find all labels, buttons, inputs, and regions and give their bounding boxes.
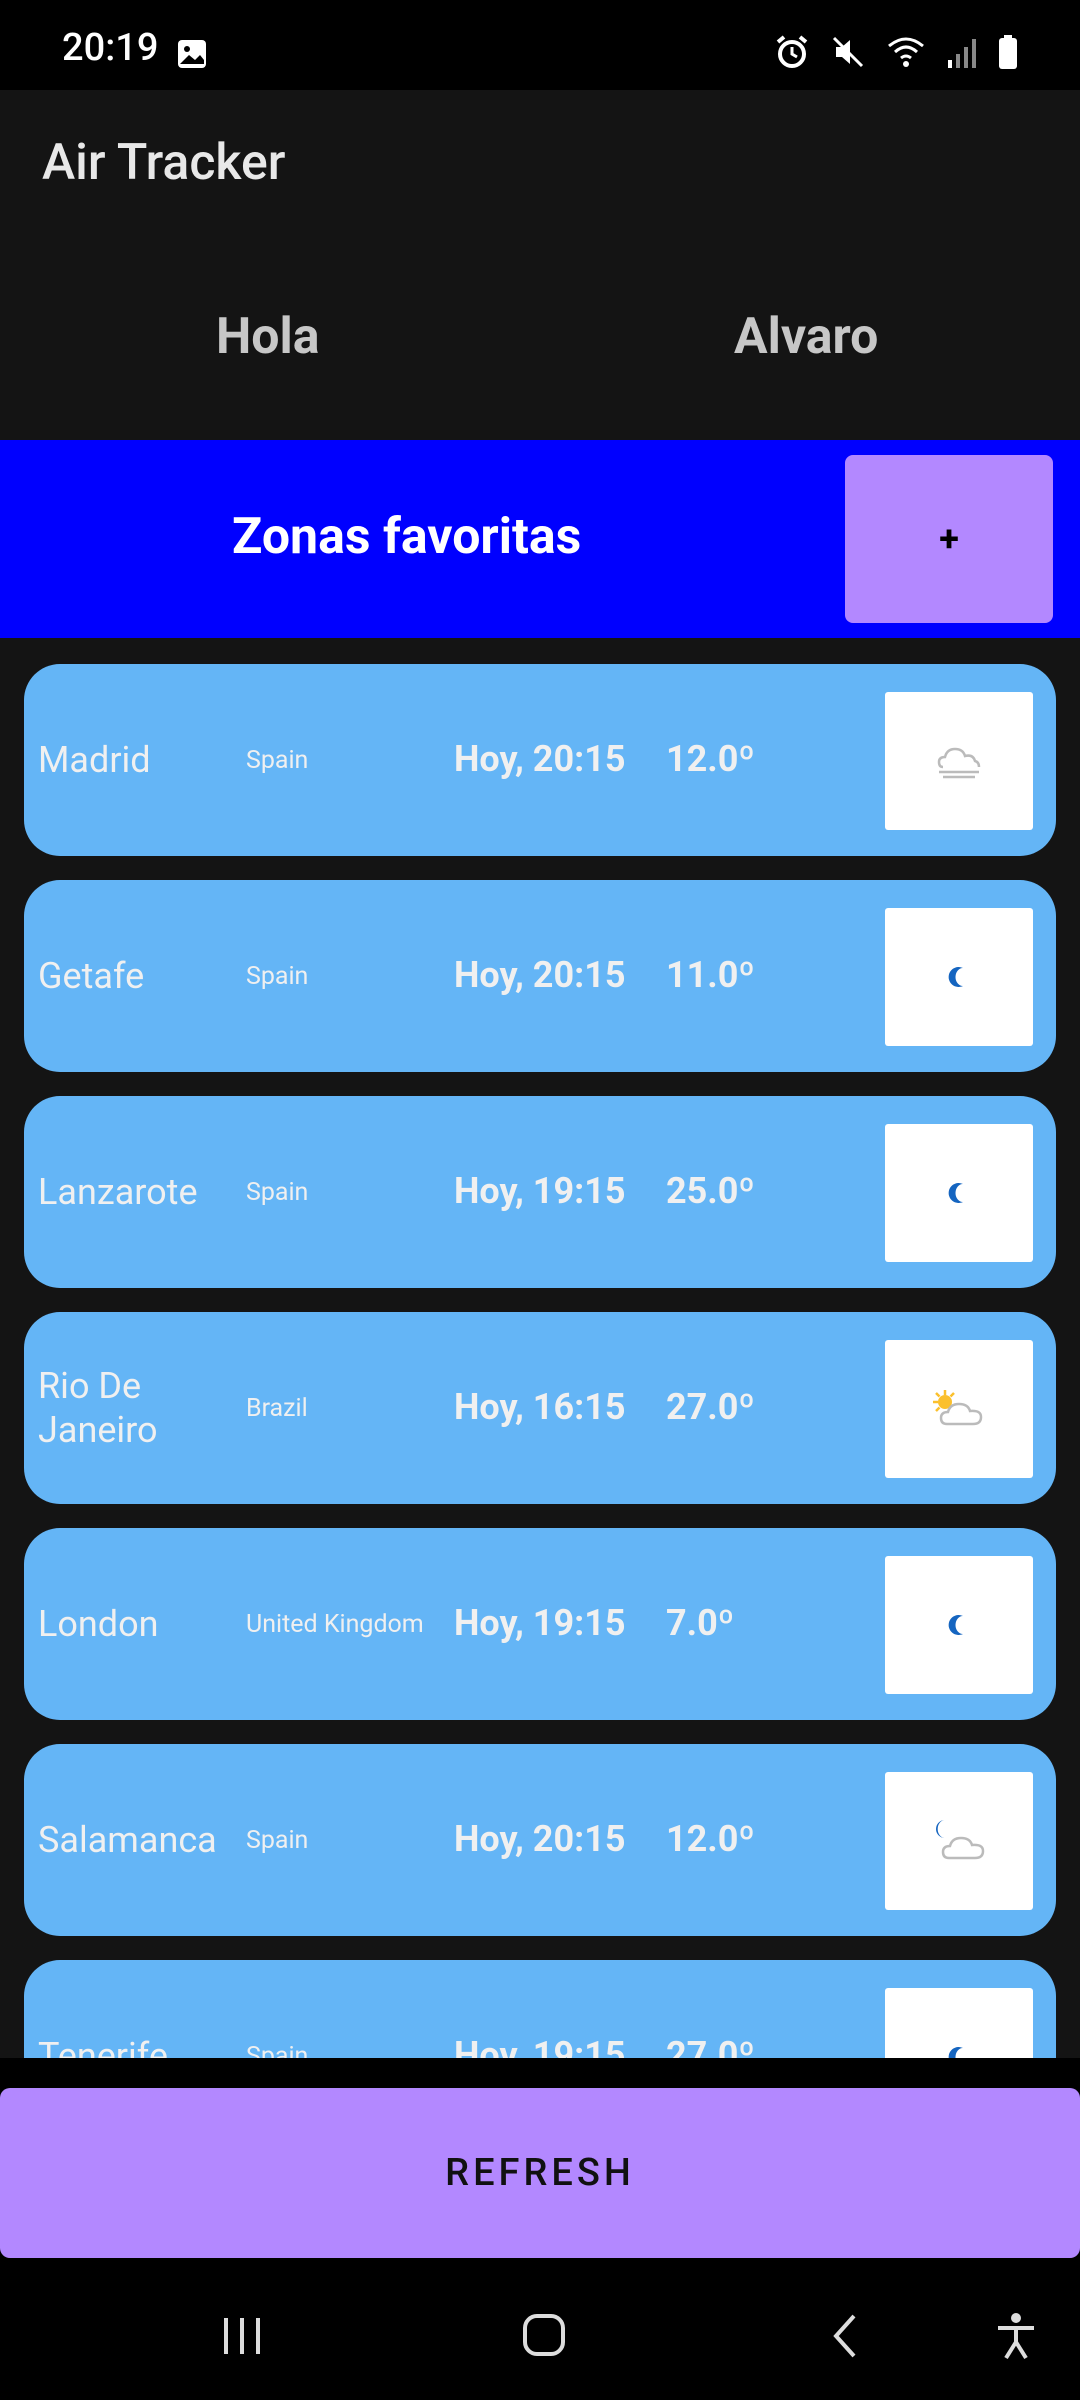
mute-icon: [832, 36, 864, 68]
user-name: Alvaro: [734, 308, 879, 366]
list-item[interactable]: Salamanca Spain Hoy, 20:15 12.0º: [24, 1744, 1056, 1936]
gallery-icon: [178, 40, 206, 68]
weather-icon-box: [885, 1772, 1033, 1910]
wifi-icon: [888, 37, 924, 67]
city-name: Rio De Janeiro: [38, 1365, 158, 1451]
update-time: Hoy, 20:15: [454, 954, 626, 996]
home-icon[interactable]: [520, 2310, 568, 2362]
favorites-list[interactable]: Madrid Spain Hoy, 20:15 12.0º Getafe Spa…: [0, 638, 1080, 2058]
moon-cloud-icon: [936, 1820, 985, 1860]
weather-icon-box: [885, 1124, 1033, 1262]
temperature: 11.0º: [666, 954, 755, 996]
weather-icon-box: [885, 1988, 1033, 2058]
signal-icon: [948, 39, 976, 68]
status-time: 20:19: [62, 26, 159, 70]
temperature: 27.0º: [666, 1386, 755, 1428]
city-name: Getafe: [38, 955, 145, 997]
app-bar: Air Tracker: [0, 90, 1080, 240]
refresh-button[interactable]: REFRESH: [0, 2088, 1080, 2258]
moon-icon: [948, 1183, 963, 1203]
city-name: Salamanca: [38, 1819, 217, 1861]
list-item[interactable]: Getafe Spain Hoy, 20:15 11.0º: [24, 880, 1056, 1072]
country-name: Spain: [246, 962, 309, 991]
greeting-row: Hola Alvaro: [0, 240, 1080, 440]
accessibility-icon[interactable]: [994, 2310, 1038, 2362]
weather-icon-box: [885, 692, 1033, 830]
system-nav-bar: [0, 2272, 1080, 2400]
update-time: Hoy, 19:15: [454, 2034, 626, 2058]
list-item[interactable]: Madrid Spain Hoy, 20:15 12.0º: [24, 664, 1056, 856]
update-time: Hoy, 20:15: [454, 1818, 626, 1860]
update-time: Hoy, 16:15: [454, 1386, 626, 1428]
favorites-title: Zonas favoritas: [232, 508, 582, 566]
temperature: 25.0º: [666, 1170, 755, 1212]
add-zone-button[interactable]: +: [845, 455, 1053, 623]
country-name: Spain: [246, 2042, 309, 2058]
app-title: Air Tracker: [42, 134, 286, 192]
update-time: Hoy, 19:15: [454, 1170, 626, 1212]
moon-icon: [948, 2047, 963, 2058]
weather-icon-box: [885, 1556, 1033, 1694]
list-item[interactable]: Lanzarote Spain Hoy, 19:15 25.0º: [24, 1096, 1056, 1288]
list-item[interactable]: London United Kingdom Hoy, 19:15 7.0º: [24, 1528, 1056, 1720]
moon-icon: [948, 967, 963, 987]
city-name: London: [38, 1603, 159, 1645]
city-name: Tenerife: [38, 2035, 168, 2058]
back-icon[interactable]: [826, 2310, 866, 2362]
city-name: Lanzarote: [38, 1171, 198, 1213]
cloud-icon: [937, 747, 981, 779]
update-time: Hoy, 19:15: [454, 1602, 626, 1644]
temperature: 7.0º: [666, 1602, 735, 1644]
recent-apps-icon[interactable]: [220, 2310, 264, 2362]
favorites-header: Zonas favoritas +: [0, 440, 1080, 638]
weather-icon-box: [885, 908, 1033, 1046]
status-icons: [774, 34, 1018, 70]
battery-icon: [999, 35, 1017, 69]
country-name: Spain: [246, 746, 309, 775]
alarm-icon: [776, 35, 808, 68]
list-item[interactable]: Rio De Janeiro Brazil Hoy, 16:15 27.0º: [24, 1312, 1056, 1504]
sun-cloud-icon: [933, 1390, 983, 1426]
weather-icon-box: [885, 1340, 1033, 1478]
status-bar: 20:19: [0, 0, 1080, 90]
list-item[interactable]: Tenerife Spain Hoy, 19:15 27.0º: [24, 1960, 1056, 2058]
temperature: 27.0º: [666, 2034, 755, 2058]
temperature: 12.0º: [666, 1818, 755, 1860]
moon-icon: [948, 1615, 963, 1635]
temperature: 12.0º: [666, 738, 755, 780]
city-name: Madrid: [38, 739, 151, 781]
greeting-label: Hola: [216, 308, 320, 366]
country-name: United Kingdom: [246, 1610, 424, 1639]
country-name: Spain: [246, 1178, 309, 1207]
country-name: Spain: [246, 1826, 309, 1855]
country-name: Brazil: [246, 1394, 308, 1423]
update-time: Hoy, 20:15: [454, 738, 626, 780]
